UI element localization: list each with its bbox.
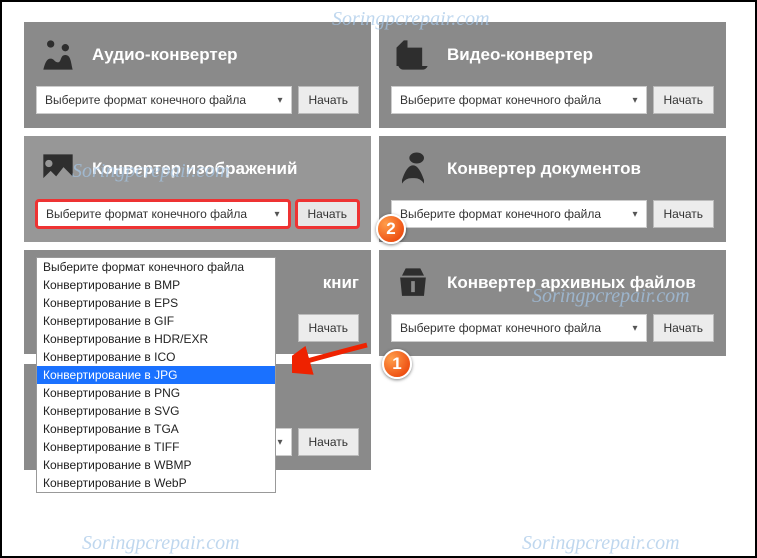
annotation-badge-1: 1	[382, 349, 412, 379]
chevron-down-icon: ▾	[632, 95, 637, 106]
watermark: Soringpcrepair.com	[522, 532, 680, 555]
annotation-badge-2: 2	[376, 214, 406, 244]
format-select[interactable]: Выберите формат конечного файла ▾	[36, 86, 292, 114]
dropdown-option[interactable]: Конвертирование в PNG	[37, 384, 275, 402]
dropdown-option[interactable]: Конвертирование в JPG	[37, 366, 275, 384]
chevron-down-icon: ▾	[277, 95, 282, 106]
dropdown-option[interactable]: Конвертирование в BMP	[37, 276, 275, 294]
select-placeholder: Выберите формат конечного файла	[46, 207, 247, 221]
dropdown-option[interactable]: Конвертирование в HDR/EXR	[37, 330, 275, 348]
format-select[interactable]: Выберите формат конечного файла ▾	[391, 314, 647, 342]
audio-icon	[36, 33, 80, 77]
select-placeholder: Выберите формат конечного файла	[400, 207, 601, 221]
start-button[interactable]: Начать	[296, 200, 360, 228]
chevron-down-icon: ▾	[632, 209, 637, 220]
card-title: Аудио-конвертер	[92, 45, 238, 65]
select-placeholder: Выберите формат конечного файла	[400, 321, 601, 335]
card-document-converter: Конвертер документов Выберите формат кон…	[379, 136, 726, 242]
card-archive-converter: Конвертер архивных файлов Выберите форма…	[379, 250, 726, 356]
watermark: Soringpcrepair.com	[82, 532, 240, 555]
card-title-suffix: книг	[323, 273, 359, 293]
card-title: Конвертер изображений	[92, 159, 297, 179]
annotation-arrow	[292, 339, 372, 380]
image-icon	[36, 147, 80, 191]
select-placeholder: Выберите формат конечного файла	[45, 93, 246, 107]
dropdown-option[interactable]: Конвертирование в ICO	[37, 348, 275, 366]
format-select[interactable]: Выберите формат конечного файла ▾	[36, 200, 290, 228]
dropdown-option[interactable]: Конвертирование в GIF	[37, 312, 275, 330]
dropdown-option[interactable]: Конвертирование в WBMP	[37, 456, 275, 474]
card-video-converter: Видео-конвертер Выберите формат конечног…	[379, 22, 726, 128]
dropdown-option[interactable]: Конвертирование в EPS	[37, 294, 275, 312]
start-button[interactable]: Начать	[298, 86, 360, 114]
card-title: Конвертер архивных файлов	[447, 273, 696, 293]
start-button[interactable]: Начать	[653, 86, 715, 114]
card-title: Видео-конвертер	[447, 45, 593, 65]
dropdown-option[interactable]: Конвертирование в TGA	[37, 420, 275, 438]
chevron-down-icon: ▾	[277, 437, 282, 448]
start-button[interactable]: Начать	[298, 428, 360, 456]
card-title: Конвертер документов	[447, 159, 641, 179]
dropdown-option[interactable]: Конвертирование в SVG	[37, 402, 275, 420]
format-select[interactable]: Выберите формат конечного файла ▾	[391, 200, 647, 228]
start-button[interactable]: Начать	[653, 200, 715, 228]
chevron-down-icon: ▾	[632, 323, 637, 334]
dropdown-option[interactable]: Конвертирование в TIFF	[37, 438, 275, 456]
chevron-down-icon: ▾	[274, 209, 279, 220]
select-placeholder: Выберите формат конечного файла	[400, 93, 601, 107]
dropdown-option[interactable]: Выберите формат конечного файла	[37, 258, 275, 276]
start-button[interactable]: Начать	[653, 314, 715, 342]
start-button[interactable]: Начать	[298, 314, 360, 342]
dropdown-option[interactable]: Конвертирование в WebP	[37, 474, 275, 492]
card-audio-converter: Аудио-конвертер Выберите формат конечног…	[24, 22, 371, 128]
format-dropdown[interactable]: Выберите формат конечного файлаКонвертир…	[36, 257, 276, 493]
archive-icon	[391, 261, 435, 305]
format-select[interactable]: Выберите формат конечного файла ▾	[391, 86, 647, 114]
card-image-converter: Конвертер изображений Выберите формат ко…	[24, 136, 371, 242]
video-icon	[391, 33, 435, 77]
document-icon	[391, 147, 435, 191]
